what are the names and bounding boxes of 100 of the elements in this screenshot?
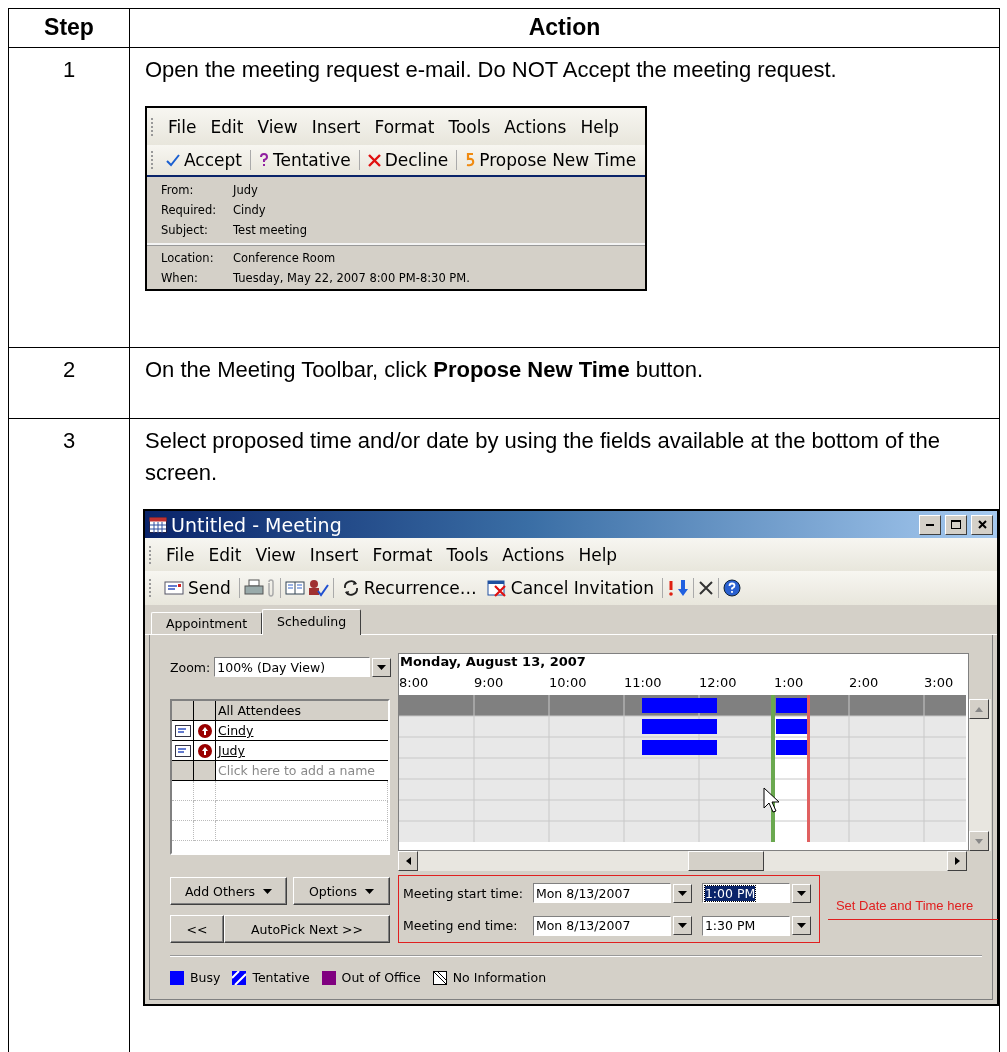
field-label: Required: — [161, 203, 218, 217]
menu-item[interactable]: View — [251, 116, 304, 137]
dropdown-button[interactable] — [791, 916, 811, 936]
dropdown-button[interactable] — [372, 657, 392, 677]
hour-label: 3:00 — [924, 674, 955, 690]
window-title: Untitled - Meeting — [171, 513, 343, 536]
hour-label: 11:00 — [624, 674, 663, 690]
step-instruction: Select proposed time and/or date by using the fields available at the bottom of the screen. — [145, 427, 941, 487]
dropdown-button[interactable] — [791, 883, 811, 903]
field-value: Cindy — [233, 203, 267, 217]
time-field[interactable]: 1:30 PM — [701, 915, 790, 936]
field-label: Subject: — [161, 223, 209, 237]
menu-item[interactable]: Insert — [305, 116, 367, 137]
column-header: Step — [44, 13, 94, 42]
toolbar-button[interactable]: Propose New Time — [461, 150, 641, 170]
paperclip-icon[interactable] — [265, 579, 276, 597]
menu-item[interactable]: Insert — [303, 544, 365, 565]
exclamation-icon[interactable] — [667, 579, 676, 597]
left-arrow-icon — [405, 857, 411, 865]
check-icon — [166, 153, 180, 167]
down-arrow-icon[interactable] — [677, 579, 690, 597]
hour-label: 12:00 — [699, 674, 738, 690]
menu-item[interactable]: View — [249, 544, 302, 565]
button[interactable]: AutoPick Next >> — [224, 915, 390, 943]
hour-label: 9:00 — [474, 674, 505, 690]
envelope-icon — [164, 581, 184, 595]
field-value: Judy — [233, 183, 259, 197]
table-cell — [194, 801, 216, 821]
circular-arrows-icon — [341, 579, 360, 597]
close-button[interactable] — [971, 514, 993, 535]
step-instruction: On the Meeting Toolbar, click Propose New Time button. — [145, 356, 704, 384]
date-field[interactable]: Mon 8/13/2007 — [532, 915, 671, 936]
menu-item[interactable]: File — [162, 116, 203, 137]
hour-label: 10:00 — [549, 674, 588, 690]
toolbar-button[interactable]: Cancel Invitation — [482, 578, 659, 598]
printer-icon[interactable] — [243, 579, 264, 597]
field-label: Location: — [161, 251, 215, 265]
dropdown-button[interactable] — [672, 883, 692, 903]
step-number: 1 — [62, 56, 76, 84]
minimize-button[interactable] — [919, 514, 941, 535]
dropdown-button[interactable]: Options — [293, 877, 390, 905]
table-cell — [194, 821, 216, 841]
date-heading: Monday, August 13, 2007 — [399, 654, 587, 669]
toolbar-button[interactable]: Decline — [363, 150, 453, 170]
menu-item[interactable]: Help — [574, 116, 626, 137]
toolbar-button[interactable]: Accept — [162, 150, 246, 170]
help-icon[interactable] — [723, 579, 742, 597]
caret-icon — [377, 664, 387, 670]
calendar-cross-icon — [486, 579, 507, 597]
tab[interactable]: Scheduling — [262, 609, 362, 635]
vertical-scrollbar[interactable] — [969, 699, 991, 851]
legend-swatch — [321, 970, 336, 985]
menu-item[interactable]: Actions — [498, 116, 573, 137]
column-header: All Attendees — [216, 701, 388, 721]
toolbar-button[interactable]: Tentative — [254, 150, 355, 170]
tab[interactable]: Appointment — [151, 612, 263, 634]
cross-icon — [367, 153, 381, 167]
menu-item[interactable]: File — [160, 544, 201, 565]
person-check-icon[interactable] — [306, 579, 329, 597]
caret-icon — [365, 888, 375, 894]
toolbar-button[interactable]: Recurrence… — [337, 578, 481, 598]
dropdown-button[interactable] — [672, 916, 692, 936]
field-label: From: — [161, 183, 195, 197]
field-label: When: — [161, 271, 199, 285]
hour-label: 8:00 — [399, 674, 430, 690]
field-value: Test meeting — [233, 223, 308, 237]
menu-item[interactable]: Help — [572, 544, 624, 565]
legend-label: Out of Office — [341, 970, 421, 985]
step-number: 2 — [62, 356, 76, 384]
date-field[interactable]: Mon 8/13/2007 — [532, 883, 671, 904]
menu-item[interactable]: Edit — [202, 544, 248, 565]
caret-icon — [263, 888, 273, 894]
legend-swatch — [432, 970, 447, 985]
hour-label: 1:00 — [774, 674, 805, 690]
caret-icon — [796, 890, 806, 896]
button[interactable]: << — [170, 915, 224, 943]
dropdown-button[interactable]: Add Others — [170, 877, 287, 905]
legend-label: No Information — [452, 970, 547, 985]
maximize-icon — [951, 520, 961, 529]
horizontal-scrollbar[interactable] — [398, 851, 967, 871]
caret-icon — [796, 923, 806, 929]
hour-label: 2:00 — [849, 674, 880, 690]
menu-item[interactable]: Edit — [204, 116, 250, 137]
close-icon[interactable] — [698, 580, 715, 596]
field-value: Conference Room — [233, 251, 337, 265]
menu-item[interactable]: Tools — [440, 544, 495, 565]
zoom-dropdown[interactable]: 100% (Day View) — [214, 657, 371, 677]
menu-item[interactable]: Actions — [496, 544, 571, 565]
caret-icon — [677, 923, 687, 929]
menu-item[interactable]: Format — [366, 544, 439, 565]
minimize-icon — [926, 523, 934, 526]
maximize-button[interactable] — [945, 514, 967, 535]
time-field[interactable]: 1:00 PM — [701, 883, 790, 904]
scrollbar-thumb[interactable] — [688, 851, 764, 871]
menu-item[interactable]: Format — [368, 116, 441, 137]
down-arrow-icon — [975, 838, 983, 844]
toolbar-button[interactable]: Send — [160, 578, 235, 598]
menu-item[interactable]: Tools — [442, 116, 497, 137]
book-icon[interactable] — [284, 580, 305, 596]
time-label: Meeting start time: — [403, 885, 523, 901]
